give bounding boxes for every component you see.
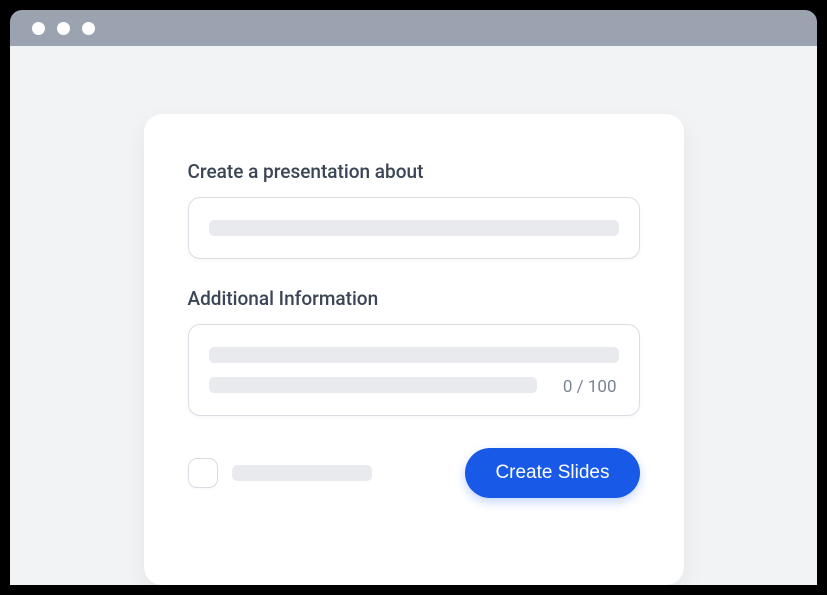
placeholder-bar (209, 220, 619, 236)
additional-input[interactable]: 0 / 100 (188, 324, 640, 416)
create-presentation-card: Create a presentation about Additional I… (144, 114, 684, 585)
additional-label: Additional Information (188, 287, 640, 310)
char-counter: 0 / 100 (563, 377, 617, 397)
additional-field-group: Additional Information 0 / 100 (188, 287, 640, 416)
checkbox-label-placeholder (232, 465, 372, 481)
browser-titlebar (10, 10, 817, 46)
topic-label: Create a presentation about (188, 160, 640, 183)
topic-field-group: Create a presentation about (188, 160, 640, 259)
form-footer: Create Slides (188, 448, 640, 498)
close-icon[interactable] (32, 22, 45, 35)
topic-input[interactable] (188, 197, 640, 259)
checkbox-group (188, 458, 372, 488)
option-checkbox[interactable] (188, 458, 218, 488)
maximize-icon[interactable] (82, 22, 95, 35)
placeholder-bar (209, 377, 537, 393)
browser-frame: Create a presentation about Additional I… (0, 0, 827, 595)
browser-viewport: Create a presentation about Additional I… (10, 46, 817, 585)
minimize-icon[interactable] (57, 22, 70, 35)
placeholder-bar (209, 347, 619, 363)
create-slides-button[interactable]: Create Slides (465, 448, 639, 498)
